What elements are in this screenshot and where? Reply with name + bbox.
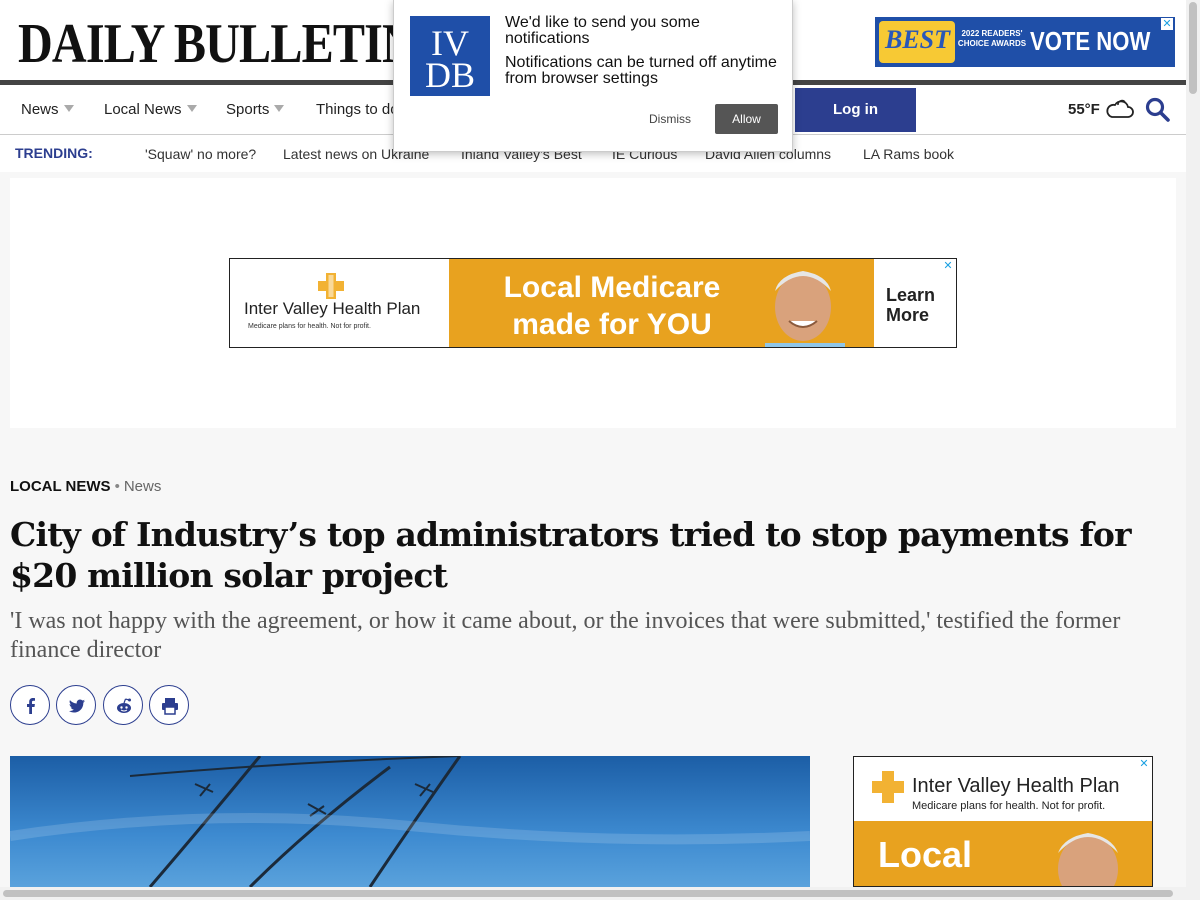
print-button[interactable]	[149, 685, 189, 725]
twitter-share-button[interactable]	[56, 685, 96, 725]
trending-link[interactable]: LA Rams book	[863, 146, 954, 162]
ad-headline-line: Local Medicare	[503, 271, 721, 304]
nav-item-things-to-do[interactable]: Things to do	[316, 101, 399, 118]
dropdown-arrow-icon	[186, 105, 197, 112]
reddit-icon	[117, 698, 131, 713]
dropdown-arrow-icon	[274, 105, 285, 112]
facebook-icon	[27, 698, 35, 714]
nav-item-label: Things to do	[316, 101, 399, 118]
best-badge: BEST	[879, 21, 955, 63]
trending-label: TRENDING:	[15, 145, 93, 161]
site-logo[interactable]: DAILY BULLETIN	[18, 12, 417, 76]
scrollbar-thumb[interactable]	[3, 890, 1173, 897]
ad-headline-line: made for YOU	[512, 308, 712, 341]
nav-item-label: Local News	[104, 101, 182, 118]
barbed-wire-photo	[10, 756, 810, 887]
readers-choice-text: 2022 READERS' CHOICE AWARDS	[957, 29, 1027, 48]
section-link[interactable]: LOCAL NEWS	[10, 478, 111, 495]
section-separator: •	[114, 478, 120, 495]
popup-detail: Notifications can be turned off anytime …	[505, 54, 777, 87]
reddit-share-button[interactable]	[103, 685, 143, 725]
learn-more-line: More	[886, 305, 930, 325]
trending-link[interactable]: 'Squaw' no more?	[145, 146, 256, 162]
nav-item-label: News	[21, 101, 59, 118]
ad-close-icon[interactable]: ✕	[942, 260, 954, 272]
ad-headline: Local	[878, 834, 973, 875]
smiling-man-photo	[765, 271, 845, 347]
subsection-link[interactable]: News	[124, 478, 162, 495]
dropdown-arrow-icon	[63, 105, 74, 112]
nav-item-local-news[interactable]: Local News	[104, 101, 197, 118]
vote-now-text: VOTE NOW	[1030, 26, 1151, 56]
vertical-scrollbar[interactable]	[1186, 0, 1200, 900]
ad-close-icon[interactable]: ✕	[1161, 18, 1173, 30]
ad-tagline: Medicare plans for health. Not for profi…	[912, 800, 1106, 812]
learn-more-line: Learn	[886, 285, 936, 305]
cloud-icon[interactable]	[1104, 97, 1134, 121]
popup-logo-text: DB	[424, 55, 475, 95]
plus-logo-icon	[318, 273, 344, 299]
ad-brand-name: Inter Valley Health Plan	[912, 775, 1120, 797]
nav-item-sports[interactable]: Sports	[226, 101, 285, 118]
weather-temperature[interactable]: 55°F	[1068, 101, 1100, 118]
ad-headline: Local Medicare made for YOU	[492, 269, 732, 343]
ad-tagline: Medicare plans for health. Not for profi…	[248, 323, 371, 330]
top-banner-ad[interactable]: BEST 2022 READERS' CHOICE AWARDS VOTE NO…	[875, 17, 1175, 67]
nav-item-news[interactable]: News	[21, 101, 74, 118]
allow-button[interactable]: Allow	[715, 104, 778, 134]
ad-brand-name: Inter Valley Health Plan	[244, 299, 421, 318]
twitter-icon	[69, 699, 85, 713]
smiling-man-photo	[1058, 833, 1118, 886]
sidebar-ad[interactable]: Inter Valley Health Plan Medicare plans …	[853, 756, 1153, 887]
search-icon[interactable]	[1145, 97, 1171, 123]
article-section: LOCAL NEWS • News	[10, 478, 161, 495]
popup-message: We'd like to send you some notifications	[505, 14, 700, 47]
best-text: BEST	[885, 25, 951, 54]
article-subhead: 'I was not happy with the agreement, or …	[10, 608, 1121, 663]
popup-site-logo: IV DB	[410, 16, 490, 96]
login-button[interactable]: Log in	[795, 88, 916, 132]
plus-logo-icon	[872, 771, 904, 803]
article-headline: City of Industry’s top administrators tr…	[10, 515, 1132, 595]
leaderboard-ad[interactable]: Inter Valley Health Plan Medicare plans …	[229, 258, 957, 348]
dismiss-button[interactable]: Dismiss	[649, 112, 691, 126]
article-hero-image	[10, 756, 810, 887]
facebook-share-button[interactable]	[10, 685, 50, 725]
printer-icon	[162, 698, 178, 715]
scrollbar-thumb[interactable]	[1189, 2, 1197, 94]
learn-more-button[interactable]: Learn More	[886, 285, 935, 325]
horizontal-scrollbar[interactable]	[0, 887, 1186, 900]
nav-item-label: Sports	[226, 101, 270, 118]
ad-close-icon[interactable]: ✕	[1138, 758, 1150, 770]
notification-permission-popup: IV DB We'd like to send you some notific…	[393, 0, 793, 152]
